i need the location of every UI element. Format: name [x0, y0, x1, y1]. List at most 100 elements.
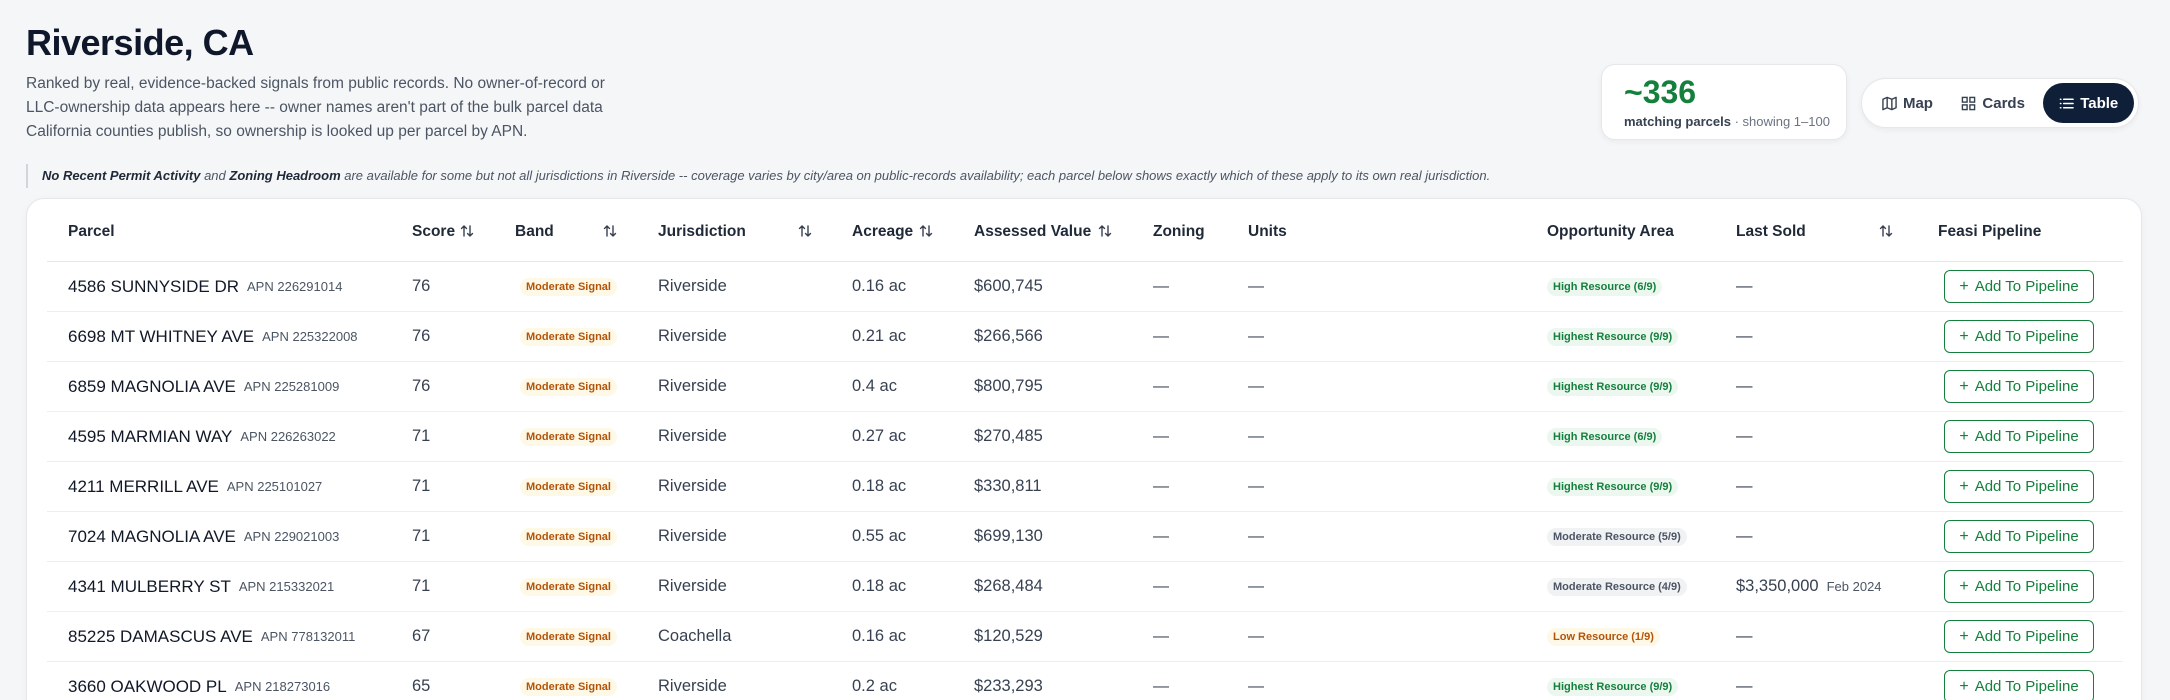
add-to-pipeline-button[interactable]: + Add To Pipeline — [1944, 420, 2094, 453]
sort-band-icon[interactable] — [603, 224, 617, 238]
zoning-cell: — — [1153, 377, 1169, 395]
note-join: and — [204, 168, 226, 183]
table-row[interactable]: 85225 DAMASCUS AVE APN 778132011 67 Moderat… — [47, 612, 2123, 662]
table-row[interactable]: 6698 MT WHITNEY AVE APN 225322008 76 Modera… — [47, 312, 2123, 362]
band-badge: Moderate Signal — [520, 577, 617, 596]
col-feasi-pipeline: Feasi Pipeline — [1938, 223, 2042, 240]
parcel-cell[interactable]: 85225 DAMASCUS AVE APN 778132011 — [68, 612, 355, 661]
band-badge: Moderate Signal — [520, 327, 617, 346]
table-row[interactable]: 4341 MULBERRY ST APN 215332021 71 Moderate … — [47, 562, 2123, 612]
sort-assessed-icon[interactable] — [1098, 224, 1112, 238]
parcel-apn: APN 229021003 — [243, 529, 340, 544]
parcel-cell[interactable]: 6859 MAGNOLIA AVE APN 225281009 — [68, 362, 339, 411]
opportunity-cell: High Resource (6/9) — [1547, 412, 1663, 461]
match-count-label: matching parcels — [1624, 114, 1731, 129]
score-cell: 71 — [412, 427, 431, 445]
zoning-cell: — — [1153, 677, 1169, 695]
opportunity-cell: Highest Resource (9/9) — [1547, 362, 1679, 411]
add-to-pipeline-button[interactable]: + Add To Pipeline — [1944, 620, 2094, 653]
add-to-pipeline-button[interactable]: + Add To Pipeline — [1944, 470, 2094, 503]
acreage-cell: 0.55 ac — [852, 527, 907, 545]
last-sold-price: — — [1736, 627, 1753, 645]
plus-icon: + — [1959, 577, 1969, 595]
assessed-value-cell: $233,293 — [974, 677, 1043, 695]
band-badge: Moderate Signal — [520, 527, 617, 546]
zoning-cell: — — [1153, 477, 1169, 495]
band-cell: Moderate Signal — [520, 362, 617, 411]
parcel-address[interactable]: 4211 MERRILL AVE — [68, 477, 219, 497]
sort-jurisdiction-icon[interactable] — [798, 224, 812, 238]
plus-icon: + — [1959, 427, 1969, 445]
col-score[interactable]: Score — [412, 223, 455, 241]
add-to-pipeline-label: Add To Pipeline — [1974, 528, 2079, 545]
col-acreage[interactable]: Acreage — [852, 223, 913, 241]
add-to-pipeline-label: Add To Pipeline — [1974, 678, 2079, 695]
parcel-address[interactable]: 6698 MT WHITNEY AVE — [68, 327, 254, 347]
parcel-cell[interactable]: 4341 MULBERRY ST APN 215332021 — [68, 562, 334, 611]
sort-score-icon[interactable] — [460, 224, 474, 238]
add-to-pipeline-button[interactable]: + Add To Pipeline — [1944, 270, 2094, 303]
col-band[interactable]: Band — [515, 223, 554, 241]
add-to-pipeline-label: Add To Pipeline — [1974, 328, 2079, 345]
parcel-address[interactable]: 4586 SUNNYSIDE DR — [68, 277, 239, 297]
view-map-label: Map — [1902, 94, 1933, 112]
last-sold-price: — — [1736, 677, 1753, 695]
add-to-pipeline-button[interactable]: + Add To Pipeline — [1944, 370, 2094, 403]
score-cell: 76 — [412, 277, 431, 295]
parcel-cell[interactable]: 4211 MERRILL AVE APN 225101027 — [68, 462, 322, 511]
band-cell: Moderate Signal — [520, 462, 617, 511]
table-row[interactable]: 4586 SUNNYSIDE DR APN 226291014 76 Moderate… — [47, 262, 2123, 312]
table-row[interactable]: 3660 OAKWOOD PL APN 218273016 65 Moderate S… — [47, 662, 2123, 700]
band-cell: Moderate Signal — [520, 412, 617, 461]
page-description: Ranked by real, evidence-backed signals … — [26, 75, 605, 140]
assessed-value-cell: $699,130 — [974, 527, 1043, 545]
parcel-address[interactable]: 7024 MAGNOLIA AVE — [68, 527, 236, 547]
col-jurisdiction[interactable]: Jurisdiction — [658, 223, 746, 241]
sort-acreage-icon[interactable] — [919, 224, 933, 238]
table-header: Parcel Score Band Jurisdiction Acreage A… — [47, 199, 2123, 262]
units-cell: — — [1248, 677, 1264, 695]
opportunity-badge: Moderate Resource (5/9) — [1547, 527, 1687, 546]
parcel-address[interactable]: 3660 OAKWOOD PL — [68, 677, 227, 697]
opportunity-badge: High Resource (6/9) — [1547, 277, 1663, 296]
table-row[interactable]: 4595 MARMIAN WAY APN 226263022 71 Moderate … — [47, 412, 2123, 462]
parcel-cell[interactable]: 3660 OAKWOOD PL APN 218273016 — [68, 662, 330, 700]
view-cards-button[interactable]: Cards — [1949, 83, 2038, 123]
parcel-apn: APN 778132011 — [260, 629, 356, 644]
add-to-pipeline-button[interactable]: + Add To Pipeline — [1944, 520, 2094, 553]
parcel-cell[interactable]: 6698 MT WHITNEY AVE APN 225322008 — [68, 312, 358, 361]
col-units: Units — [1248, 223, 1287, 240]
acreage-cell: 0.27 ac — [852, 427, 907, 445]
units-cell: — — [1248, 327, 1264, 345]
opportunity-badge: Highest Resource (9/9) — [1547, 377, 1679, 396]
units-cell: — — [1248, 277, 1264, 295]
parcel-address[interactable]: 4341 MULBERRY ST — [68, 577, 231, 597]
parcel-cell[interactable]: 7024 MAGNOLIA AVE APN 229021003 — [68, 512, 339, 561]
view-map-button[interactable]: Map — [1874, 83, 1941, 123]
table-row[interactable]: 4211 MERRILL AVE APN 225101027 71 Moderate … — [47, 462, 2123, 512]
zoning-cell: — — [1153, 527, 1169, 545]
add-to-pipeline-button[interactable]: + Add To Pipeline — [1944, 670, 2094, 700]
band-badge: Moderate Signal — [520, 277, 617, 296]
parcel-cell[interactable]: 4595 MARMIAN WAY APN 226263022 — [68, 412, 336, 461]
col-last-sold[interactable]: Last Sold — [1736, 223, 1806, 241]
view-table-button[interactable]: Table — [2043, 83, 2134, 123]
add-to-pipeline-button[interactable]: + Add To Pipeline — [1944, 570, 2094, 603]
parcel-cell[interactable]: 4586 SUNNYSIDE DR APN 226291014 — [68, 262, 342, 311]
note-rest: are available for some but not all juris… — [344, 168, 1491, 183]
col-assessed-value[interactable]: Assessed Value — [974, 223, 1091, 241]
col-parcel[interactable]: Parcel — [68, 223, 115, 241]
opportunity-cell: Moderate Resource (4/9) — [1547, 562, 1687, 611]
last-sold-cell: — — [1736, 412, 1761, 461]
sort-last-sold-icon[interactable] — [1879, 224, 1893, 238]
add-to-pipeline-button[interactable]: + Add To Pipeline — [1944, 320, 2094, 353]
jurisdiction-cell: Coachella — [658, 627, 732, 645]
opportunity-cell: Highest Resource (9/9) — [1547, 462, 1679, 511]
score-cell: 76 — [412, 377, 431, 395]
table-row[interactable]: 7024 MAGNOLIA AVE APN 229021003 71 Moderate… — [47, 512, 2123, 562]
parcel-address[interactable]: 85225 DAMASCUS AVE — [68, 627, 253, 647]
parcel-address[interactable]: 4595 MARMIAN WAY — [68, 427, 232, 447]
parcel-address[interactable]: 6859 MAGNOLIA AVE — [68, 377, 236, 397]
table-row[interactable]: 6859 MAGNOLIA AVE APN 225281009 76 Moderate… — [47, 362, 2123, 412]
jurisdiction-cell: Riverside — [658, 577, 727, 595]
